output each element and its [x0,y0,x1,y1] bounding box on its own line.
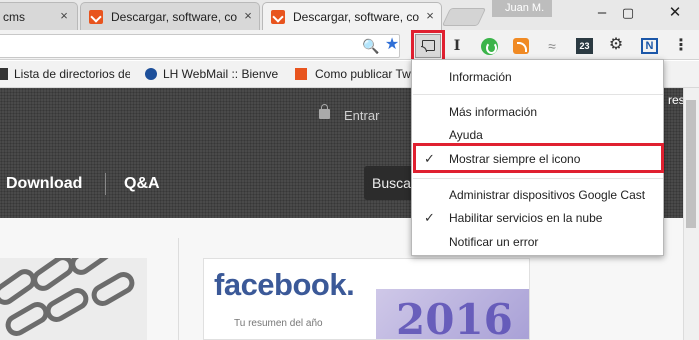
tab-descargar-2-active[interactable]: Descargar, software, co × [262,2,442,30]
browser-toolbar [0,30,699,60]
tab-cms[interactable]: cms × [0,2,78,30]
italic-extension-icon[interactable]: I [448,37,466,55]
menu-item-habilitar-servicios[interactable]: Habilitar servicios en la nube [449,211,602,225]
new-tab-button[interactable] [441,8,487,26]
bookmark-star-icon[interactable]: ★ [383,36,401,54]
n-extension-icon[interactable]: N [641,38,658,54]
close-window-button[interactable]: ✕ [655,3,695,25]
profile-name-badge[interactable]: Juan M. [492,0,552,17]
tab-close-icon[interactable]: × [57,9,71,23]
tab-strip: cms × Descargar, software, co × Descarga… [0,0,699,30]
nav-divider [105,173,106,195]
tab-title: Descargar, software, co [111,10,238,24]
green-extension-icon[interactable] [481,38,498,55]
menu-item-administrar-dispositivos[interactable]: Administrar dispositivos Google Cast [449,188,645,202]
menu-item-informacion[interactable]: Información [449,70,512,84]
softonic-favicon-icon [271,10,285,24]
gear-icon[interactable]: ⚙ [607,36,625,54]
chain-link [87,267,139,311]
chains-thumbnail-image[interactable] [0,258,147,340]
tab-title: Descargar, software, co [293,10,420,24]
facebook-logo-text: facebook. [214,267,355,302]
chain-link [41,283,93,327]
tab-title: cms [3,10,25,24]
maximize-button[interactable]: ▢ [608,3,648,25]
softonic-favicon-icon [295,68,307,80]
column-divider [178,238,179,340]
rss-extension-icon[interactable] [513,38,529,54]
nav-qa[interactable]: Q&A [124,175,160,193]
menu-item-highlight [413,143,664,173]
facebook-subtitle: Tu resumen del año [234,318,323,329]
scrollbar-thumb[interactable] [686,100,696,228]
checkmark-icon: ✓ [424,210,435,225]
menu-item-ayuda[interactable]: Ayuda [449,128,483,142]
search-placeholder: Busca [372,175,411,191]
menu-item-mas-informacion[interactable]: Más información [449,105,537,119]
chrome-menu-icon[interactable]: ⋮ [672,37,690,55]
cast-button-highlight [411,30,445,62]
tab-close-icon[interactable]: × [241,9,255,23]
address-bar[interactable] [0,34,400,58]
zoom-icon[interactable]: 🔍 [362,37,380,55]
nav-download[interactable]: Download [6,175,82,193]
menu-separator [413,178,663,179]
year-text: 2016 [396,295,513,340]
facebook-thumbnail-image[interactable]: facebook. Tu resumen del año 2016 [203,258,530,340]
calendar-extension-icon[interactable]: 23 [576,38,593,54]
lock-icon [319,104,330,119]
softonic-favicon-icon [89,10,103,24]
webmail-favicon-icon [145,68,157,80]
bookmark-item[interactable]: Lista de directorios de [14,67,130,81]
bookmark-item[interactable]: Como publicar Tw [315,67,411,81]
tab-descargar-1[interactable]: Descargar, software, co × [80,2,260,30]
directory-favicon-icon [0,68,8,80]
login-link[interactable]: Entrar [344,108,379,123]
tab-close-icon[interactable]: × [423,9,437,23]
chain-link [65,258,117,280]
menu-item-notificar-error[interactable]: Notificar un error [449,235,538,249]
link-extension-icon[interactable]: ≈ [543,37,561,55]
year-graphic: 2016 [376,289,529,340]
bookmark-item[interactable]: LH WebMail :: Bienver [163,67,278,81]
menu-separator [413,94,663,95]
